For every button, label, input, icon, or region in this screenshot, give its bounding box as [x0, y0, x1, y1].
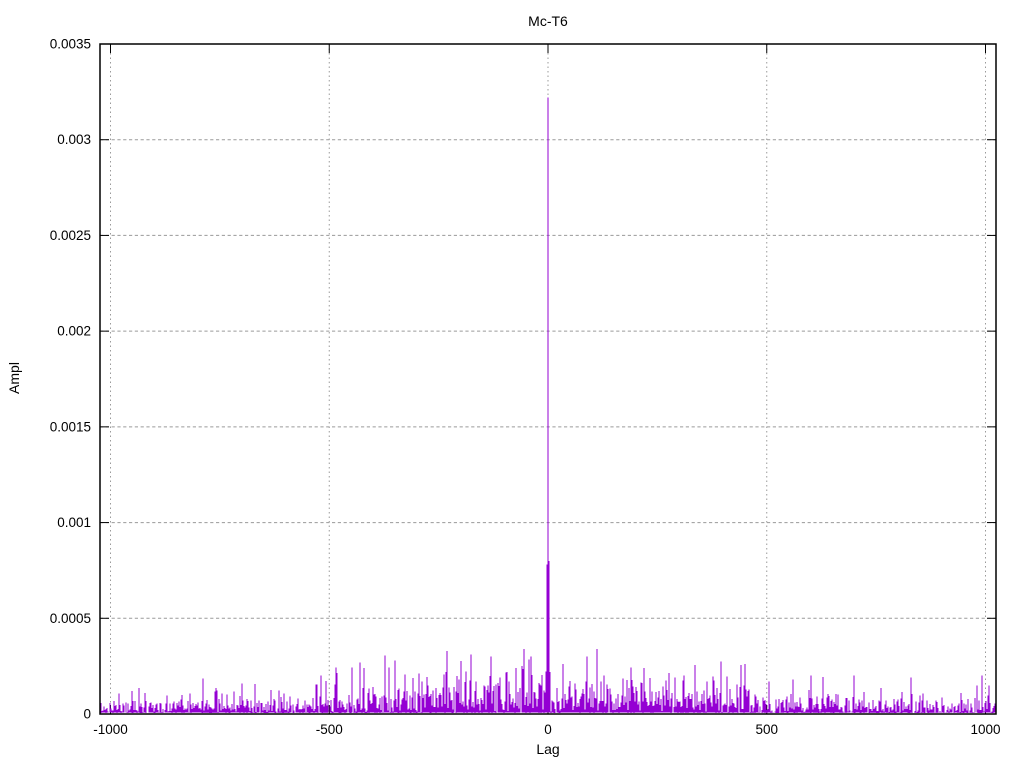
- y-tick-label: 0.0005: [50, 611, 91, 626]
- y-tick-label: 0.0035: [50, 37, 91, 52]
- x-tick-label: -500: [316, 722, 343, 737]
- y-axis-label: Ampl: [6, 362, 22, 394]
- x-tick-label: 0: [544, 722, 552, 737]
- x-axis-label: Lag: [536, 741, 560, 757]
- y-tick-label: 0.0025: [50, 228, 91, 243]
- y-tick-label: 0: [83, 707, 91, 722]
- gnuplot-figure: -1000 -500 0 500 1000 0 0.0005 0.001 0.0015 0.002…: [0, 0, 1024, 768]
- y-tick-label: 0.0015: [50, 419, 91, 434]
- plot-canvas: -1000 -500 0 500 1000 0 0.0005 0.001 0.0015 0.002…: [50, 37, 1001, 738]
- chart-title: Mc-T6: [528, 13, 568, 29]
- y-tick-label: 0.003: [57, 132, 91, 147]
- x-tick-label: 1000: [970, 722, 1000, 737]
- y-tick-label: 0.001: [57, 515, 91, 530]
- x-tick-label: -1000: [93, 722, 128, 737]
- autocorrelation-series: [99, 97, 997, 714]
- x-tick-label: 500: [755, 722, 778, 737]
- y-tick-label: 0.002: [57, 324, 91, 339]
